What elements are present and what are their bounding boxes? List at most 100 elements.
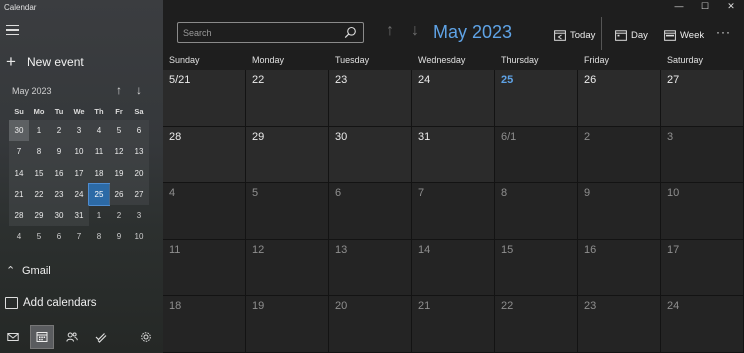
day-cell[interactable]: 23 — [329, 70, 412, 127]
day-cell[interactable]: 9 — [578, 183, 661, 240]
mini-day[interactable]: 2 — [109, 205, 129, 226]
day-cell[interactable]: 11 — [163, 239, 246, 297]
mini-day[interactable]: 8 — [89, 226, 109, 247]
mini-day[interactable]: 21 — [9, 183, 29, 206]
mini-day[interactable]: 1 — [89, 205, 109, 226]
mini-day[interactable]: 26 — [109, 183, 129, 206]
month-title[interactable]: May 2023 — [433, 22, 512, 43]
mini-day[interactable]: 7 — [9, 141, 29, 163]
day-cell[interactable]: 21 — [412, 296, 495, 353]
mini-day[interactable]: 4 — [89, 120, 109, 142]
mini-day[interactable]: 11 — [89, 141, 109, 163]
mini-day[interactable]: 24 — [69, 183, 89, 206]
search-input[interactable] — [183, 25, 333, 40]
next-month-arrow-icon[interactable]: ↓ — [407, 22, 423, 40]
new-event-button[interactable]: + New event — [6, 53, 84, 71]
mini-day[interactable]: 29 — [29, 205, 49, 227]
mini-day[interactable]: 22 — [29, 183, 49, 206]
mini-day[interactable]: 17 — [69, 162, 89, 184]
day-cell[interactable]: 28 — [163, 126, 246, 184]
mini-day[interactable]: 9 — [109, 226, 129, 247]
arrow-down-icon[interactable]: ↓ — [133, 83, 145, 97]
mini-day[interactable]: 15 — [29, 162, 49, 184]
day-cell[interactable]: 30 — [329, 126, 412, 184]
add-calendars-button[interactable]: Add calendars — [5, 297, 97, 309]
day-cell-today[interactable]: 25 — [495, 70, 578, 127]
day-cell[interactable]: 19 — [246, 296, 329, 353]
day-cell[interactable]: 5/21 — [163, 70, 246, 127]
mini-day[interactable]: 28 — [9, 205, 29, 227]
day-cell[interactable]: 18 — [163, 296, 246, 353]
day-cell[interactable]: 14 — [412, 239, 495, 297]
mini-day[interactable]: 8 — [29, 141, 49, 163]
day-cell[interactable]: 13 — [329, 239, 412, 297]
mini-day[interactable]: 18 — [89, 162, 109, 184]
settings-icon[interactable] — [134, 325, 158, 349]
maximize-button[interactable]: ☐ — [692, 0, 718, 14]
day-cell[interactable]: 20 — [329, 296, 412, 353]
mini-day[interactable]: 7 — [69, 226, 89, 247]
mini-day[interactable]: 31 — [69, 205, 89, 227]
mini-day[interactable]: 30 — [9, 120, 29, 142]
day-cell[interactable]: 22 — [495, 296, 578, 353]
day-cell[interactable]: 3 — [661, 126, 744, 184]
day-cell[interactable]: 27 — [661, 70, 744, 127]
day-cell[interactable]: 17 — [661, 239, 744, 297]
day-cell[interactable]: 29 — [246, 126, 329, 184]
mini-day[interactable]: 16 — [49, 162, 69, 184]
day-view-button[interactable]: Day — [615, 27, 648, 43]
mini-day[interactable]: 23 — [49, 183, 69, 206]
gmail-account-toggle[interactable]: ⌃ Gmail — [6, 264, 51, 278]
mini-day[interactable]: 4 — [9, 226, 29, 247]
day-cell[interactable]: 2 — [578, 126, 661, 184]
mini-day[interactable]: 3 — [129, 205, 149, 226]
mini-day[interactable]: 19 — [109, 162, 129, 184]
search-icon[interactable] — [344, 26, 357, 39]
mini-day[interactable]: 10 — [129, 226, 149, 247]
mini-day[interactable]: 10 — [69, 141, 89, 163]
mini-day[interactable]: 13 — [129, 141, 149, 163]
day-cell[interactable]: 31 — [412, 126, 495, 184]
day-cell[interactable]: 6 — [329, 183, 412, 240]
mini-day[interactable]: 6 — [49, 226, 69, 247]
hamburger-icon[interactable] — [6, 25, 19, 37]
mini-day[interactable]: 3 — [69, 120, 89, 142]
mini-day[interactable]: 12 — [109, 141, 129, 163]
day-cell[interactable]: 26 — [578, 70, 661, 127]
day-cell[interactable]: 7 — [412, 183, 495, 240]
day-cell[interactable]: 6/1 — [495, 126, 578, 184]
day-cell[interactable]: 23 — [578, 296, 661, 353]
more-options-icon[interactable]: ··· — [716, 25, 731, 39]
mini-day[interactable]: 30 — [49, 205, 69, 227]
day-cell[interactable]: 15 — [495, 239, 578, 297]
mini-day[interactable]: 5 — [109, 120, 129, 142]
mini-day[interactable]: 2 — [49, 120, 69, 142]
day-cell[interactable]: 10 — [661, 183, 744, 240]
arrow-up-icon[interactable]: ↑ — [113, 83, 125, 97]
minimize-button[interactable]: — — [666, 0, 692, 14]
day-cell[interactable]: 8 — [495, 183, 578, 240]
week-view-button[interactable]: Week — [664, 27, 704, 43]
day-cell[interactable]: 24 — [412, 70, 495, 127]
day-cell[interactable]: 24 — [661, 296, 744, 353]
mini-day[interactable]: 1 — [29, 120, 49, 142]
day-cell[interactable]: 22 — [246, 70, 329, 127]
close-button[interactable]: ✕ — [718, 0, 744, 14]
day-cell[interactable]: 5 — [246, 183, 329, 240]
mini-day[interactable]: 27 — [129, 183, 149, 206]
mini-day[interactable]: 5 — [29, 226, 49, 247]
calendar-icon[interactable] — [30, 325, 54, 349]
mini-calendar-month-label[interactable]: May 2023 — [12, 86, 52, 96]
day-cell[interactable]: 12 — [246, 239, 329, 297]
mini-day[interactable]: 6 — [129, 120, 149, 142]
previous-month-arrow-icon[interactable]: ↑ — [382, 22, 398, 40]
today-button[interactable]: Today — [554, 27, 595, 43]
mini-day[interactable]: 9 — [49, 141, 69, 163]
todo-icon[interactable] — [89, 325, 113, 349]
mini-day-today[interactable]: 25 — [88, 182, 110, 207]
mail-icon[interactable] — [1, 325, 25, 349]
day-cell[interactable]: 16 — [578, 239, 661, 297]
mini-day[interactable]: 14 — [9, 162, 29, 184]
mini-day[interactable]: 20 — [129, 162, 149, 184]
day-cell[interactable]: 4 — [163, 183, 246, 240]
